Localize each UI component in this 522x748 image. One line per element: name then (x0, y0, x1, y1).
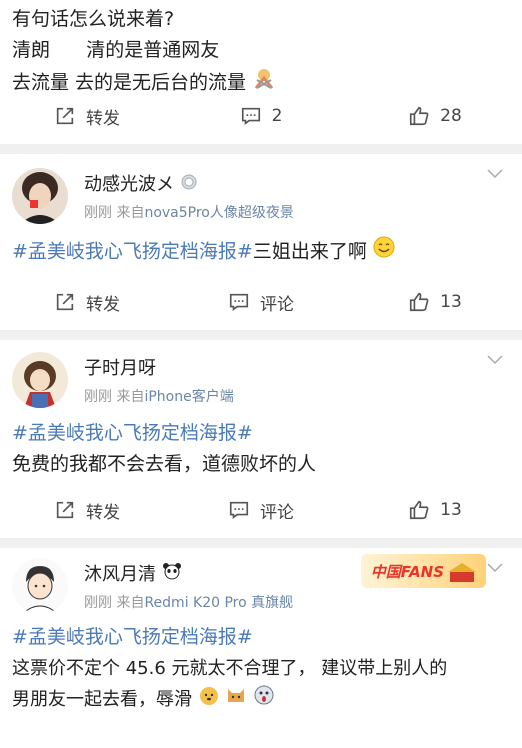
post-card-3: 中国FANS 沐风月清 刚刚 来自Redmi K20 Pro 真旗舰 #孟美岐我… (0, 548, 522, 748)
post-card-2: 子时月呀 刚刚 来自iPhone客户端 #孟美岐我心飞扬定档海报# 免费的我都不… (0, 340, 522, 538)
comment-label: 评论 (260, 294, 294, 315)
source-link[interactable]: iPhone客户端 (144, 389, 233, 405)
username[interactable]: 沐风月清 (84, 560, 156, 586)
avatar[interactable] (12, 168, 68, 224)
post-text-line-1: 有句话怎么说来着? (12, 8, 175, 30)
chevron-down-icon[interactable] (486, 168, 504, 180)
topic-link[interactable]: #孟美岐我心飞扬定档海报# (12, 626, 253, 648)
post-topic-line: #孟美岐我心飞扬定档海报# (0, 622, 522, 653)
cat-emoji (225, 684, 247, 716)
topic-link[interactable]: #孟美岐我心飞扬定档海报# (12, 422, 253, 444)
thumbs-up-icon (410, 106, 429, 126)
smiling-face-emoji (373, 236, 395, 268)
source-prefix: 来自 (116, 389, 145, 405)
post-topic-line: #孟美岐我心飞扬定档海报# (0, 418, 522, 449)
post-1-action-bar: 转发 评论 13 (0, 274, 522, 330)
repost-button[interactable]: 转发 (0, 290, 174, 315)
share-icon (56, 293, 74, 311)
comment-count: 2 (271, 106, 283, 126)
comment-button[interactable]: 评论 (174, 498, 348, 523)
source-prefix: 来自 (116, 205, 145, 221)
post-1-header: 动感光波メ 刚刚 来自nova5Pro人像超级夜景 (0, 154, 522, 232)
post-text-line-2: 清朗 清的是普通网友 (12, 39, 220, 61)
like-button[interactable]: 13 (348, 499, 522, 521)
avatar[interactable] (12, 352, 68, 408)
post-0-action-bar: 转发 2 28 (0, 88, 522, 144)
like-count: 28 (440, 106, 462, 126)
comment-button[interactable]: 评论 (174, 290, 348, 315)
separator (0, 144, 522, 154)
source-prefix: 来自 (116, 595, 145, 611)
post-time: 刚刚 (84, 595, 112, 611)
post-2-action-bar: 转发 评论 13 (0, 482, 522, 538)
username[interactable]: 子时月呀 (84, 354, 156, 380)
username[interactable]: 动感光波メ (84, 170, 174, 196)
gate-tower-icon (448, 563, 476, 582)
dog-emoji (198, 684, 220, 716)
thumbs-up-icon (410, 292, 429, 312)
repost-button[interactable]: 转发 (0, 498, 174, 523)
source-link[interactable]: nova5Pro人像超级夜景 (144, 205, 293, 221)
comment-icon (241, 107, 260, 125)
repost-label: 转发 (86, 294, 120, 315)
comment-label: 评论 (260, 502, 294, 523)
post-text-line-1: 这票价不定个 45.6 元就太不合理了， 建议带上别人的 (12, 658, 448, 679)
badge-label: 中国FANS (370, 562, 444, 581)
post-time: 刚刚 (84, 205, 112, 221)
comment-icon (229, 501, 249, 519)
comment-button[interactable]: 2 (174, 105, 348, 127)
china-fans-badge: 中国FANS (360, 554, 486, 588)
separator (0, 330, 522, 340)
post-text: 三姐出来了啊 (252, 240, 367, 263)
chevron-down-icon[interactable] (486, 354, 504, 366)
medal-icon (180, 172, 198, 195)
share-icon (56, 107, 74, 125)
post-card-0: 有句话怎么说来着? 清朗 清的是普通网友 去流量 去的是无后台的流量 转发 2 … (0, 0, 522, 144)
source-link[interactable]: Redmi K20 Pro 真旗舰 (144, 595, 293, 611)
post-text: 免费的我都不会去看，道德败坏的人 (12, 453, 317, 475)
topic-link[interactable]: #孟美岐我心飞扬定档海报# (12, 241, 253, 263)
like-button[interactable]: 13 (348, 291, 522, 313)
post-body: #孟美岐我心飞扬定档海报#三姐出来了啊 (0, 236, 522, 268)
thumbs-up-icon (410, 500, 429, 520)
post-2-header: 子时月呀 刚刚 来自iPhone客户端 (0, 340, 522, 416)
like-button[interactable]: 28 (348, 105, 522, 127)
repost-button[interactable]: 转发 (0, 104, 174, 129)
like-count: 13 (440, 500, 462, 520)
separator (0, 538, 522, 548)
post-time: 刚刚 (84, 389, 112, 405)
comment-icon (229, 293, 249, 311)
share-icon (56, 501, 74, 519)
shocked-face-emoji (253, 684, 275, 716)
post-text-line-2-text: 男朋友一起去看，辱滑 (12, 689, 192, 710)
chevron-down-icon[interactable] (486, 562, 504, 574)
repost-label: 转发 (86, 502, 120, 523)
avatar[interactable] (12, 558, 68, 614)
like-count: 13 (440, 292, 462, 312)
post-card-1: 动感光波メ 刚刚 来自nova5Pro人像超级夜景 #孟美岐我心飞扬定档海报#三… (0, 154, 522, 330)
panda-icon (162, 562, 182, 585)
post-text-line-2: 男朋友一起去看，辱滑 (0, 684, 522, 716)
repost-label: 转发 (86, 108, 120, 129)
